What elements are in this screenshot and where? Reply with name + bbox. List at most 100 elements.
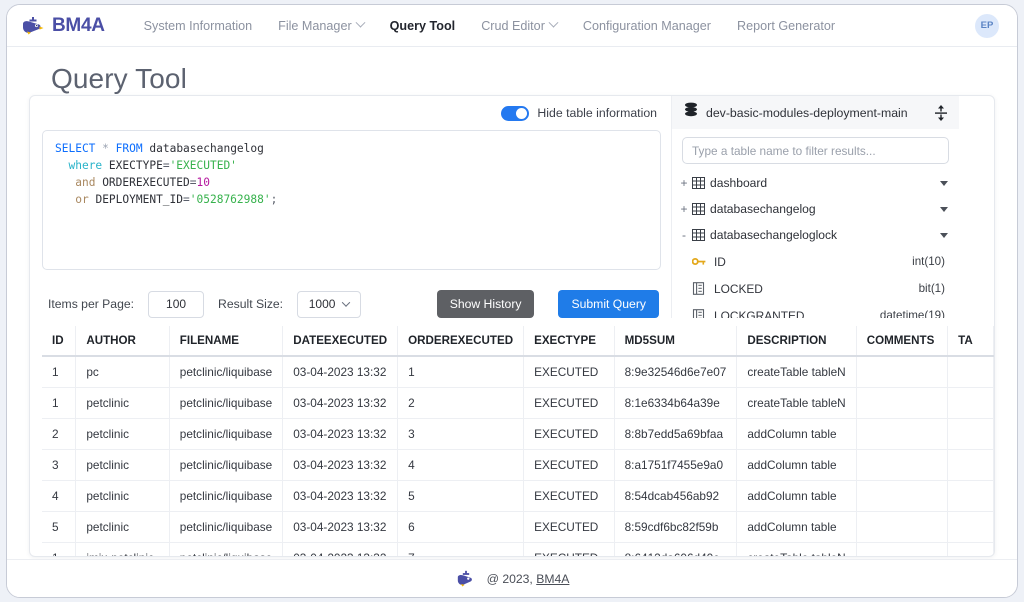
column-row-lockgranted[interactable]: LOCKGRANTED datetime(19) bbox=[676, 302, 953, 318]
chevron-down-icon[interactable] bbox=[940, 206, 948, 212]
database-header: dev-basic-modules-deployment-main bbox=[672, 96, 959, 129]
sql-line: where EXECTYPE='EXECUTED' bbox=[68, 159, 237, 172]
cell-id: 5 bbox=[42, 511, 77, 543]
cell-comments bbox=[856, 542, 949, 556]
cell-id: 3 bbox=[42, 449, 77, 481]
nav-link-crud-editor[interactable]: Crud Editor bbox=[468, 13, 570, 39]
toggle-knob bbox=[516, 107, 528, 119]
result-size-select[interactable]: 1000 bbox=[297, 290, 362, 318]
column-name: LOCKGRANTED bbox=[714, 308, 805, 319]
show-history-button[interactable]: Show History bbox=[436, 290, 535, 318]
col-header-exectype[interactable]: EXECTYPE bbox=[523, 326, 615, 357]
result-size-value: 1000 bbox=[308, 297, 336, 311]
nav-link-system-information[interactable]: System Information bbox=[131, 13, 266, 39]
submit-query-button[interactable]: Submit Query bbox=[558, 290, 659, 318]
column-name: ID bbox=[714, 254, 726, 269]
cell-md5sum: 8:6412da606d40c bbox=[614, 542, 738, 556]
col-header-md5sum[interactable]: MD5SUM bbox=[614, 326, 738, 357]
table-row[interactable]: 2 petclinic petclinic/liquibase 03-04-20… bbox=[42, 418, 994, 450]
nav-link-query-tool[interactable]: Query Tool bbox=[377, 13, 469, 39]
tree-item-databasechangelog[interactable]: + databasechangelog bbox=[676, 196, 953, 222]
expander-icon[interactable]: + bbox=[676, 202, 692, 216]
cell-id: 1 bbox=[42, 387, 77, 419]
table-row[interactable]: 4 petclinic petclinic/liquibase 03-04-20… bbox=[42, 480, 994, 512]
column-name: LOCKED bbox=[714, 281, 763, 296]
cell-orderexecuted: 2 bbox=[397, 387, 525, 419]
chevron-down-icon[interactable] bbox=[940, 180, 948, 186]
cell-tag bbox=[947, 449, 994, 481]
avatar[interactable]: EP bbox=[975, 13, 999, 38]
result-size-label: Result Size: bbox=[218, 297, 284, 311]
cell-filename: petclinic/liquibase bbox=[169, 449, 284, 481]
chevron-down-icon[interactable] bbox=[940, 232, 948, 238]
col-header-tag[interactable]: TA bbox=[947, 326, 994, 357]
cell-exectype: EXECUTED bbox=[523, 449, 615, 481]
query-controls: Items per Page: Result Size: 1000 Show H… bbox=[42, 290, 661, 318]
col-header-orderexecuted[interactable]: ORDEREXECUTED bbox=[397, 326, 525, 357]
table-filter-input[interactable] bbox=[682, 137, 949, 164]
nav-link-label: Crud Editor bbox=[481, 18, 545, 33]
cell-description: addColumn table bbox=[736, 511, 857, 543]
expander-icon[interactable]: - bbox=[676, 228, 692, 242]
hide-table-information-label: Hide table information bbox=[537, 106, 657, 120]
footer-copyright-text: @ 2023, bbox=[486, 571, 533, 586]
results-table-wrap[interactable]: ID AUTHOR FILENAME DATEEXECUTED ORDEREXE… bbox=[30, 318, 994, 556]
sql-line: and ORDEREXECUTED=10 bbox=[75, 176, 210, 189]
col-header-author[interactable]: AUTHOR bbox=[75, 326, 170, 357]
cell-md5sum: 8:1e6334b64a39e bbox=[614, 387, 738, 419]
nav-link-file-manager[interactable]: File Manager bbox=[265, 13, 377, 39]
items-per-page-input[interactable] bbox=[148, 290, 205, 318]
sql-line: SELECT * FROM databasechangelog bbox=[55, 142, 264, 155]
cell-filename: petclinic/liquibase bbox=[169, 511, 284, 543]
cell-dateexecuted: 03-04-2023 13:32 bbox=[282, 511, 399, 543]
table-row[interactable]: 1 pc petclinic/liquibase 03-04-2023 13:3… bbox=[42, 356, 994, 388]
nav-link-label: Query Tool bbox=[389, 18, 456, 33]
cell-tag bbox=[947, 387, 994, 419]
collapse-expand-icon[interactable] bbox=[933, 104, 949, 122]
app-window: BM4A System Information File Manager Que… bbox=[6, 4, 1018, 598]
cell-comments bbox=[856, 356, 949, 388]
table-row[interactable]: 1 petclinic petclinic/liquibase 03-04-20… bbox=[42, 387, 994, 419]
col-header-filename[interactable]: FILENAME bbox=[169, 326, 284, 357]
cell-orderexecuted: 5 bbox=[397, 480, 525, 512]
column-icon bbox=[692, 309, 706, 318]
table-row[interactable]: 5 petclinic petclinic/liquibase 03-04-20… bbox=[42, 511, 994, 543]
table-row[interactable]: 1 jmix-petclinic petclinic/liquibase 03-… bbox=[42, 542, 994, 556]
nav-link-report-generator[interactable]: Report Generator bbox=[724, 13, 848, 39]
chevron-down-icon bbox=[548, 17, 559, 28]
tree-item-dashboard[interactable]: + dashboard bbox=[676, 170, 953, 196]
cell-orderexecuted: 3 bbox=[397, 418, 525, 450]
cell-tag bbox=[947, 356, 994, 388]
expander-icon[interactable]: + bbox=[676, 176, 692, 190]
nav-link-configuration-manager[interactable]: Configuration Manager bbox=[570, 13, 724, 39]
cell-dateexecuted: 03-04-2023 13:32 bbox=[282, 542, 399, 556]
database-tree-pane: dev-basic-modules-deployment-main Type a… bbox=[671, 96, 959, 318]
table-row[interactable]: 3 petclinic petclinic/liquibase 03-04-20… bbox=[42, 449, 994, 481]
column-row-id[interactable]: ID int(10) bbox=[676, 248, 953, 275]
footer-link[interactable]: BM4A bbox=[536, 572, 569, 586]
table-filter-wrap bbox=[672, 129, 959, 170]
cell-description: addColumn table bbox=[736, 418, 857, 450]
col-header-description[interactable]: DESCRIPTION bbox=[736, 326, 857, 357]
sql-editor[interactable]: SELECT * FROM databasechangelog where EX… bbox=[42, 130, 661, 270]
cell-description: createTable tableN bbox=[736, 387, 857, 419]
table-icon bbox=[692, 229, 705, 241]
cell-dateexecuted: 03-04-2023 13:32 bbox=[282, 418, 399, 450]
cell-author: jmix-petclinic bbox=[75, 542, 170, 556]
hide-table-information-toggle[interactable] bbox=[501, 105, 530, 121]
cell-md5sum: 8:a1751f7455e9a0 bbox=[614, 449, 738, 481]
cell-exectype: EXECUTED bbox=[523, 542, 615, 556]
tree-item-databasechangeloglock[interactable]: - databasechangeloglock bbox=[676, 222, 953, 248]
cell-comments bbox=[856, 449, 949, 481]
col-header-id[interactable]: ID bbox=[42, 326, 77, 357]
brand[interactable]: BM4A bbox=[21, 15, 105, 37]
hide-table-info-row: Hide table information bbox=[42, 102, 661, 124]
editor-pane: Hide table information SELECT * FROM dat… bbox=[30, 96, 671, 318]
table-icon bbox=[692, 177, 705, 189]
cell-orderexecuted: 7 bbox=[397, 542, 525, 556]
tree-item-label: databasechangeloglock bbox=[710, 228, 838, 242]
cell-md5sum: 8:8b7edd5a69bfaa bbox=[614, 418, 738, 450]
column-row-locked[interactable]: LOCKED bit(1) bbox=[676, 275, 953, 302]
col-header-comments[interactable]: COMMENTS bbox=[856, 326, 949, 357]
col-header-dateexecuted[interactable]: DATEEXECUTED bbox=[282, 326, 399, 357]
